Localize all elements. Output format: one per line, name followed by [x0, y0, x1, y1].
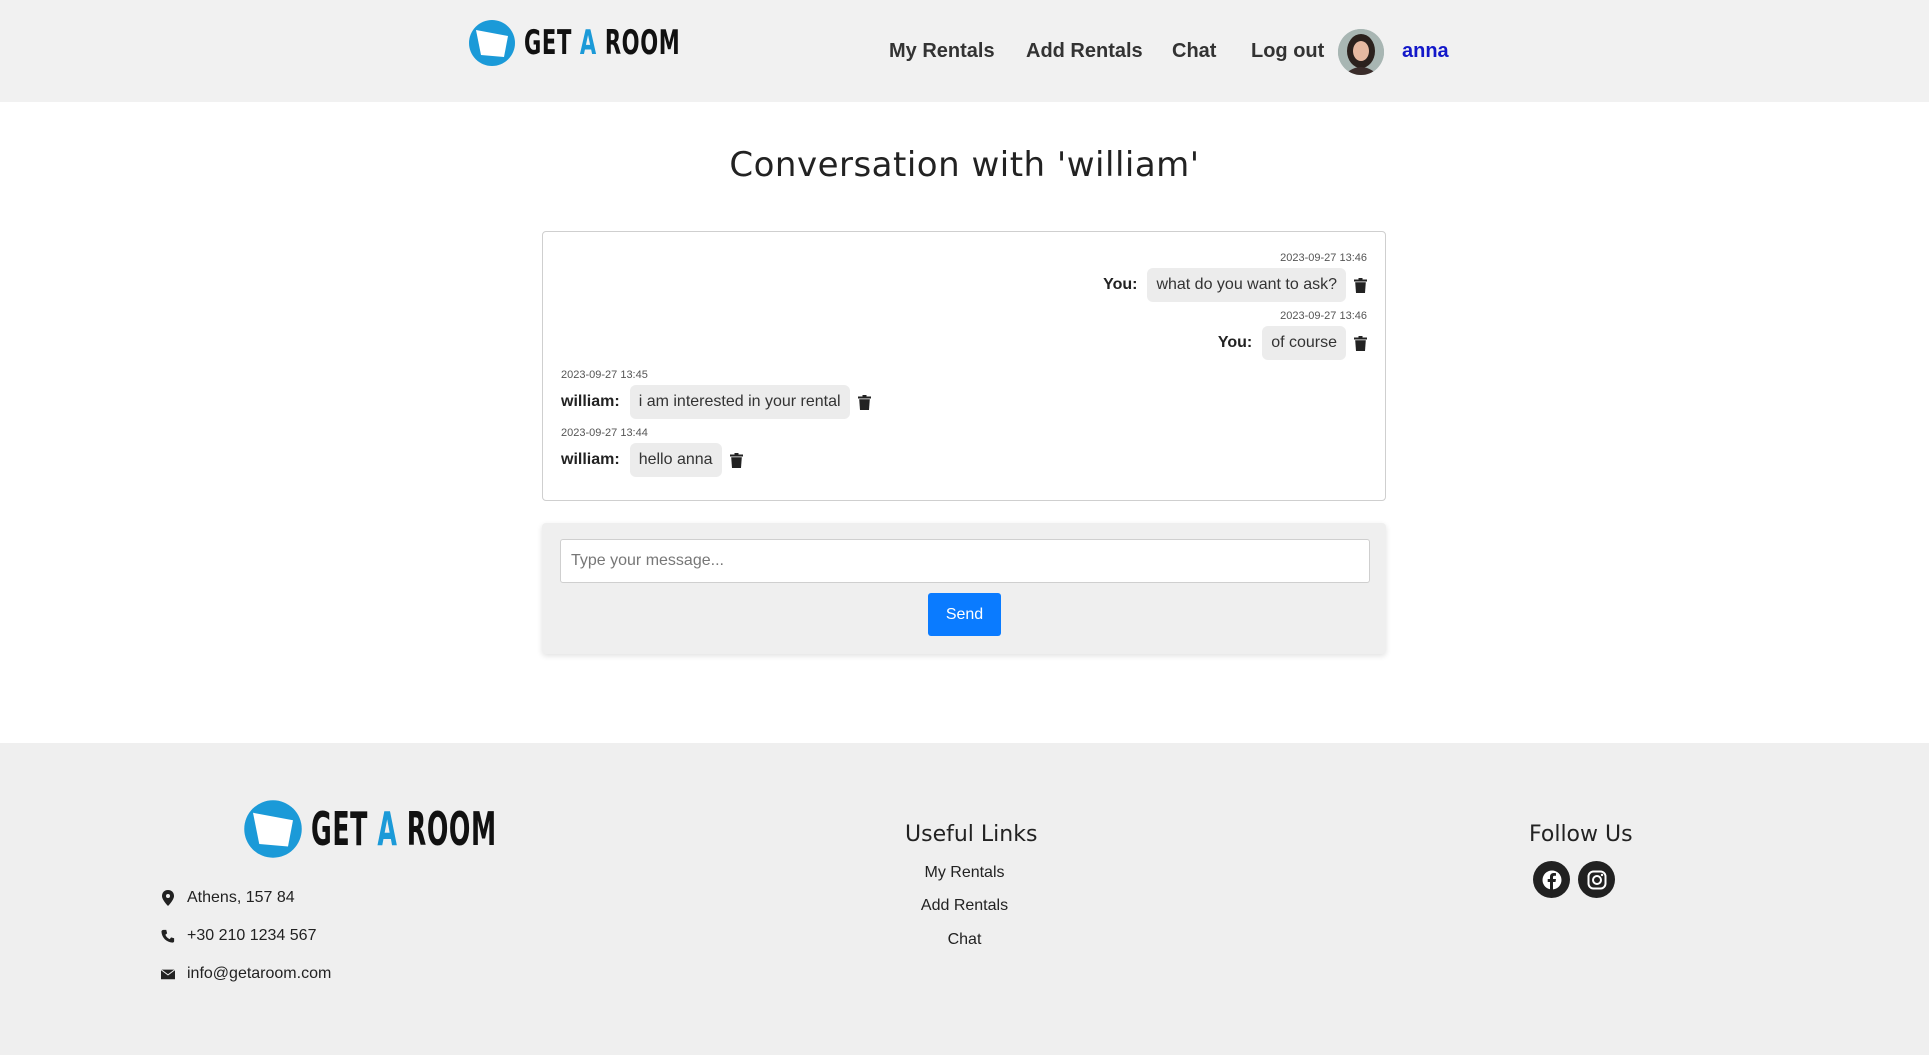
message-bubble: of course [1262, 326, 1346, 360]
contact-email: info@getaroom.com [161, 965, 331, 983]
logo-mark-icon [244, 800, 302, 858]
facebook-icon [1542, 870, 1561, 890]
message-timestamp: 2023-09-27 13:46 [1280, 310, 1367, 322]
logo[interactable]: GET A ROOM [468, 19, 714, 67]
site-header: GET A ROOM My Rentals Add Rentals Chat L… [0, 0, 1929, 102]
message-bubble: what do you want to ask? [1147, 268, 1346, 302]
message-timestamp: 2023-09-27 13:45 [561, 369, 648, 381]
footer-link-chat[interactable]: Chat [0, 931, 1929, 949]
page-title: Conversation with 'william' [729, 145, 1200, 185]
logo-wordmark: GET A ROOM [524, 23, 681, 63]
username-link[interactable]: anna [1402, 40, 1449, 63]
message-input[interactable] [560, 539, 1370, 583]
chat-message: 2023-09-27 13:46 You: of course [1218, 310, 1367, 360]
message-sender: william: [561, 451, 620, 468]
footer-link-my-rentals[interactable]: My Rentals [0, 864, 1929, 882]
trash-icon[interactable] [1354, 335, 1367, 351]
avatar[interactable] [1338, 29, 1384, 75]
nav-log-out[interactable]: Log out [1251, 40, 1324, 63]
message-bubble: hello anna [629, 443, 722, 477]
avatar-photo [1338, 29, 1384, 75]
follow-us-heading: Follow Us [1529, 822, 1633, 847]
site-footer: GET A ROOM Athens, 157 84 +30 210 1234 5… [0, 743, 1929, 1055]
logo-mark-icon [469, 20, 515, 66]
trash-icon[interactable] [729, 452, 743, 468]
footer-logo[interactable]: GET A ROOM [243, 799, 531, 859]
chat-message: 2023-09-27 13:45 william: i am intereste… [561, 369, 871, 419]
message-timestamp: 2023-09-27 13:46 [1280, 252, 1367, 264]
chat-message: 2023-09-27 13:44 william: hello anna [561, 427, 743, 477]
envelope-icon [161, 969, 175, 980]
facebook-link[interactable] [1533, 861, 1570, 898]
message-sender: You: [1217, 334, 1253, 351]
logo-wordmark: GET A ROOM [311, 802, 497, 856]
contact-email-text: info@getaroom.com [187, 965, 332, 982]
useful-links-heading: Useful Links [905, 822, 1038, 847]
trash-icon[interactable] [1354, 277, 1367, 293]
nav-chat[interactable]: Chat [1172, 40, 1216, 63]
message-composer: Send [542, 523, 1386, 654]
message-sender: william: [561, 393, 620, 410]
nav-my-rentals[interactable]: My Rentals [889, 40, 995, 63]
send-button[interactable]: Send [928, 593, 1001, 636]
footer-link-add-rentals[interactable]: Add Rentals [0, 897, 1929, 915]
message-timestamp: 2023-09-27 13:44 [561, 427, 648, 439]
instagram-link[interactable] [1578, 861, 1615, 898]
instagram-icon [1587, 870, 1606, 889]
nav-add-rentals[interactable]: Add Rentals [1026, 40, 1143, 63]
message-bubble: i am interested in your rental [629, 385, 850, 419]
trash-icon[interactable] [857, 394, 871, 410]
chat-messages-panel[interactable]: 2023-09-27 13:46 You: what do you want t… [542, 231, 1386, 501]
chat-message: 2023-09-27 13:46 You: what do you want t… [1103, 252, 1367, 302]
message-sender: You: [1103, 276, 1138, 293]
